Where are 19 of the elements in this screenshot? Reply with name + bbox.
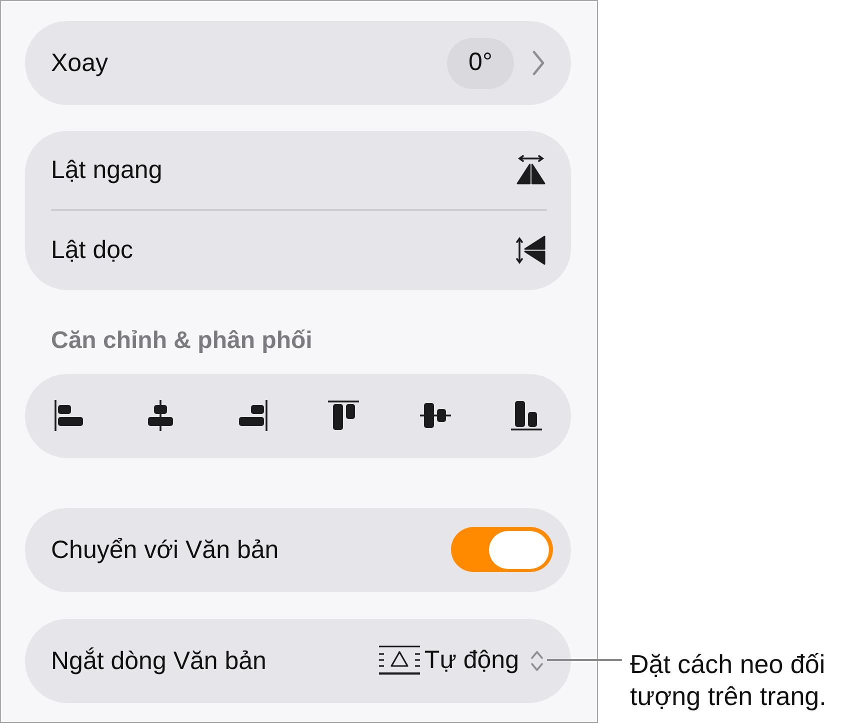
toggle-switch[interactable]: [451, 527, 553, 572]
wrap-mode-dropdown[interactable]: Tự động: [424, 642, 545, 680]
text-wrap-icon: [379, 645, 420, 676]
align-top-icon[interactable]: [328, 400, 360, 431]
flip-label: Lật ngang: [51, 155, 164, 185]
align-right-icon[interactable]: [236, 400, 268, 431]
flip-vertical-icon[interactable]: [516, 235, 546, 265]
callout-text: Đặt cách neo đối tượng trên trang.: [630, 648, 828, 712]
align-left-icon[interactable]: [54, 400, 85, 431]
text-wrap-label: Ngắt dòng Văn bản: [51, 646, 268, 676]
rotation-value-button[interactable]: 0°: [447, 38, 514, 88]
rotate-label: Xoay: [51, 48, 109, 78]
align-middle-icon[interactable]: [420, 400, 451, 431]
section-heading: Căn chỉnh & phân phối: [51, 326, 314, 354]
flip-horizontal-icon[interactable]: [516, 155, 546, 185]
move-with-text-label: Chuyển với Văn bản: [51, 534, 280, 564]
align-bottom-icon[interactable]: [510, 400, 542, 431]
chevron-right-icon[interactable]: [532, 50, 545, 76]
flip-label: Lật dọc: [51, 235, 134, 265]
